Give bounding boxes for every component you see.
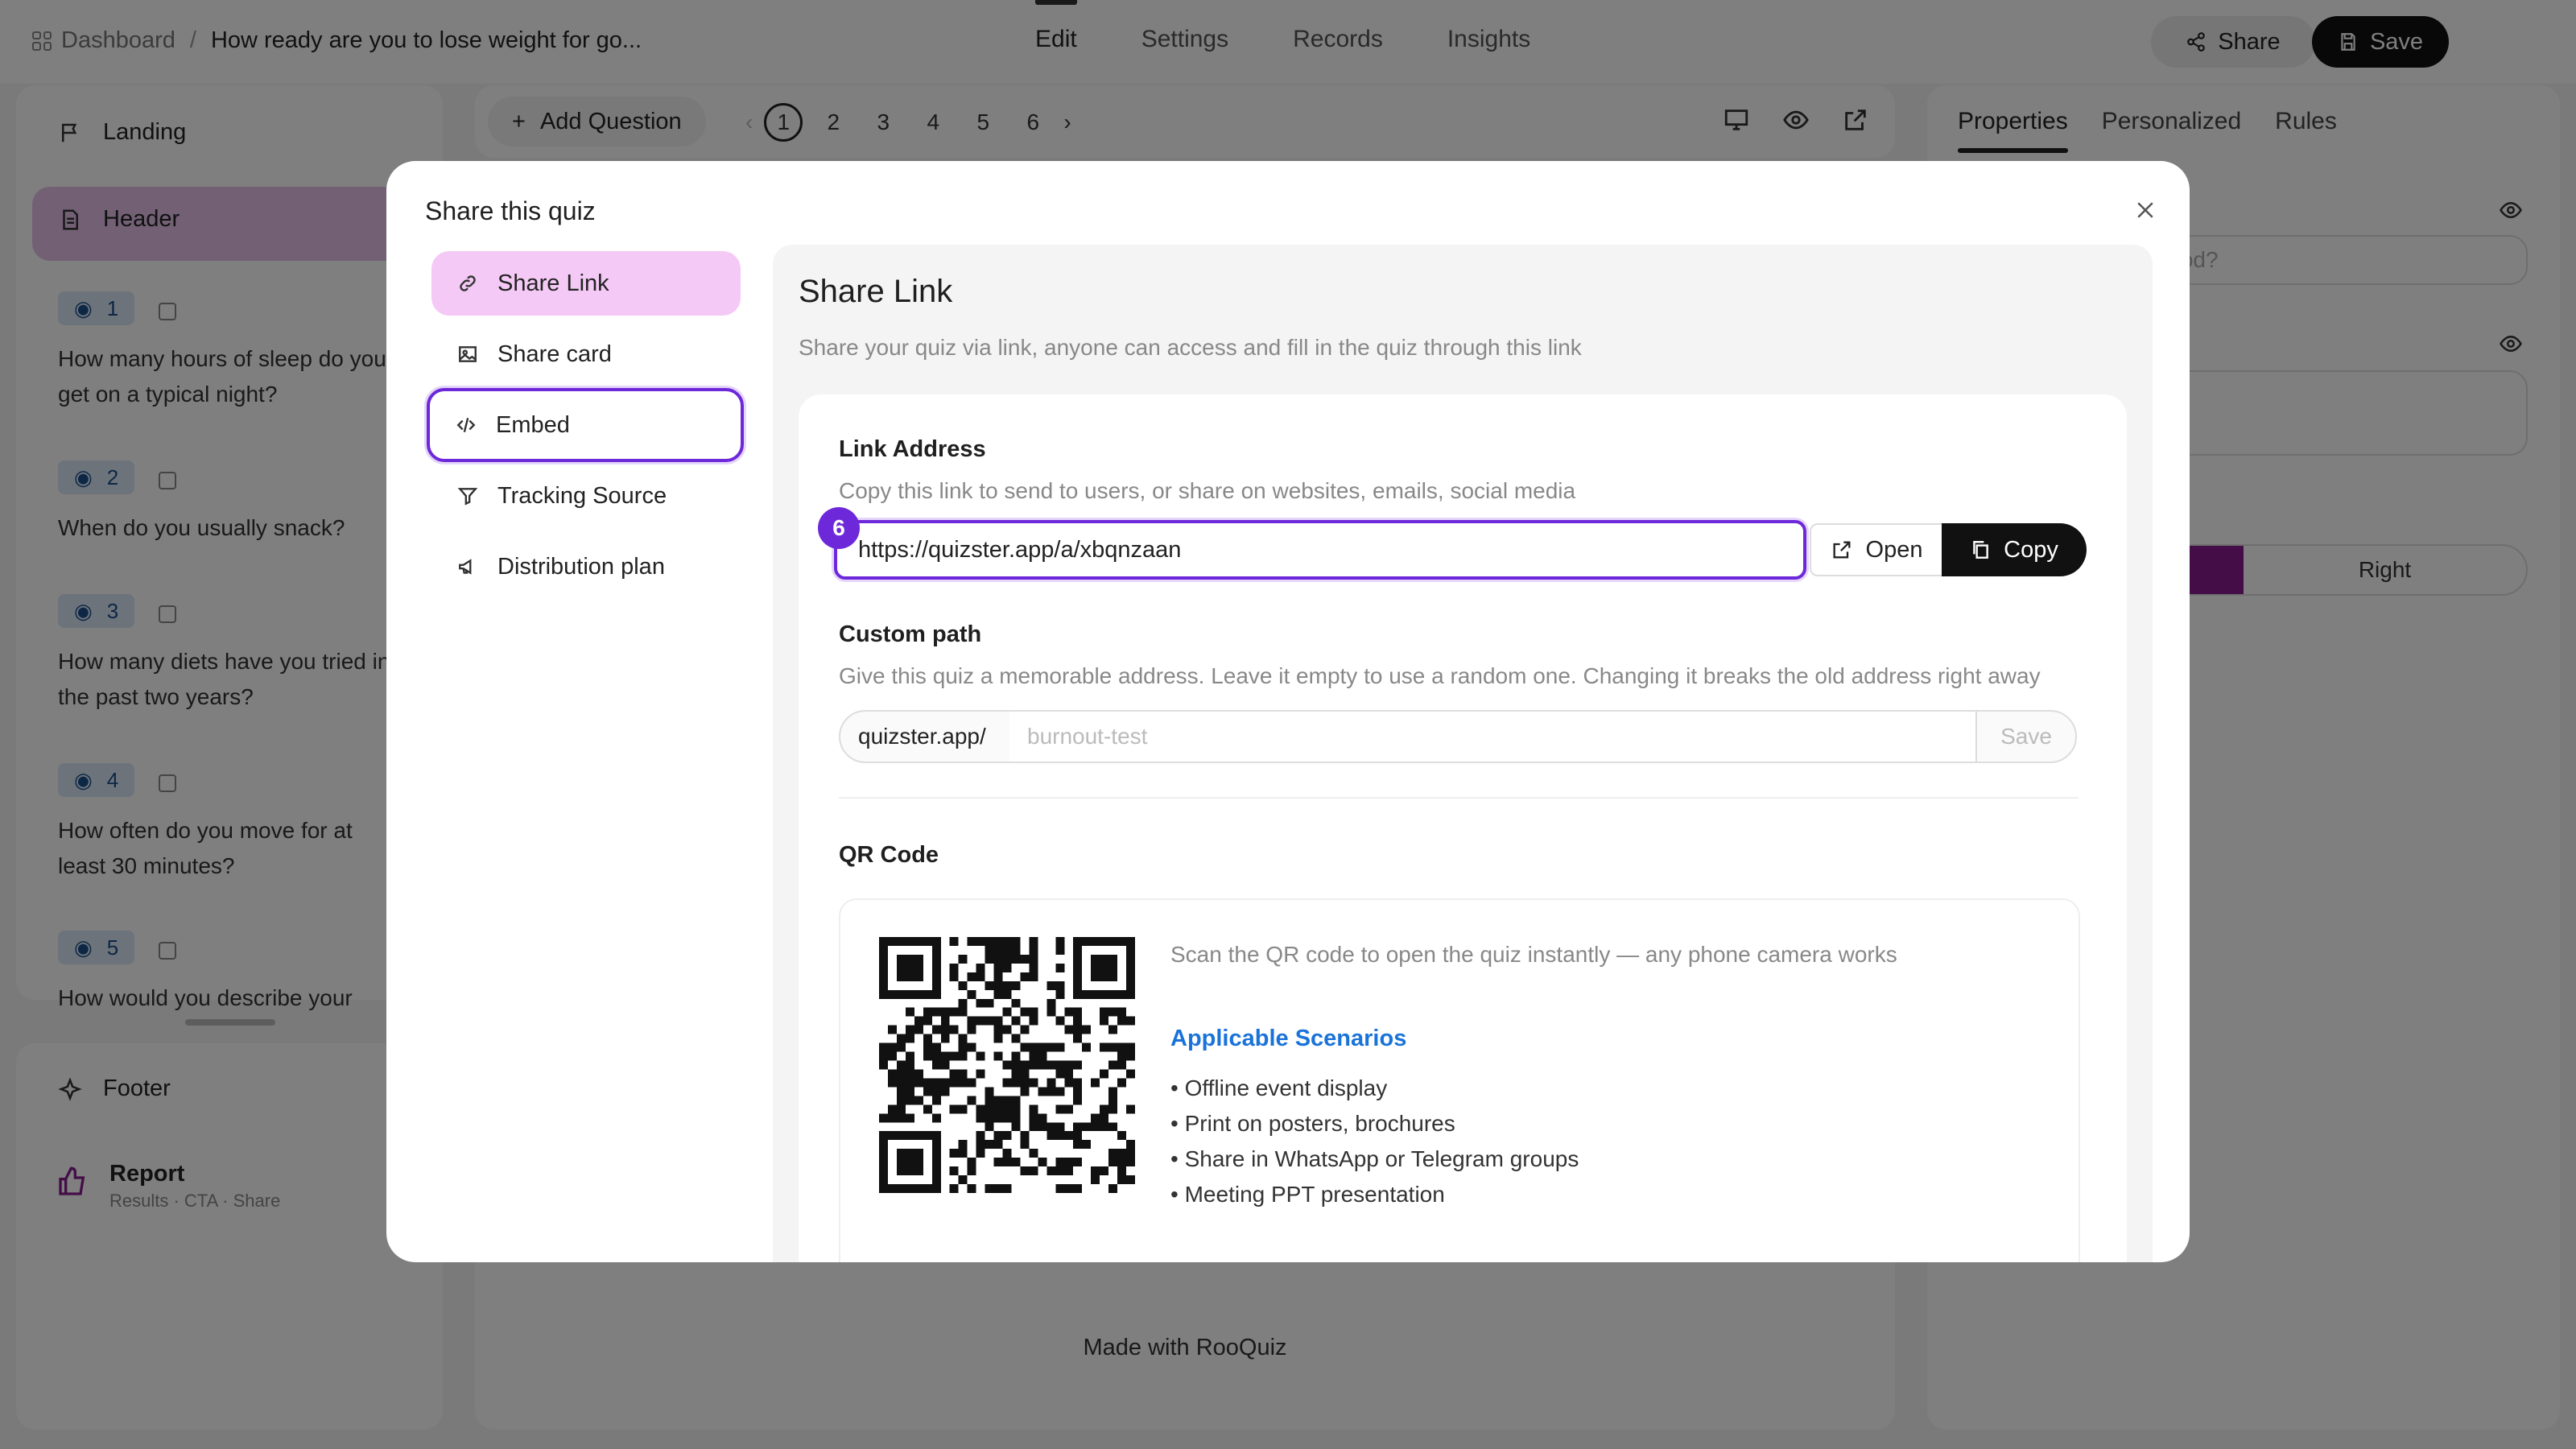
copy-link-button[interactable]: Copy	[1942, 523, 2087, 576]
open-label: Open	[1865, 536, 1923, 563]
link-address-subtitle: Copy this link to send to users, or shar…	[839, 478, 1576, 503]
close-button[interactable]	[2125, 190, 2165, 230]
nav-label: Embed	[496, 411, 570, 438]
scenarios-list: Offline event display Print on posters, …	[1170, 1071, 1579, 1212]
nav-label: Tracking Source	[497, 482, 667, 509]
list-item: Print on posters, brochures	[1170, 1106, 1579, 1141]
nav-share-link[interactable]: Share Link	[431, 251, 741, 316]
nav-distribution-plan[interactable]: Distribution plan	[431, 535, 741, 599]
filter-icon	[457, 488, 478, 506]
custom-path-input[interactable]: burnout-test	[1009, 710, 1977, 763]
custom-path-label: Custom path	[839, 621, 982, 647]
list-item: Meeting PPT presentation	[1170, 1177, 1579, 1212]
custom-path-subtitle: Give this quiz a memorable address. Leav…	[839, 663, 2041, 688]
link-url-input[interactable]: https://quizster.app/a/xbqnzaan	[834, 520, 1806, 580]
qr-code-box: Scan the QR code to open the quiz instan…	[839, 898, 2080, 1262]
qr-modules	[879, 937, 1135, 1193]
scenarios-title: Applicable Scenarios	[1170, 1026, 1407, 1051]
panel-title: Share Link	[799, 274, 953, 309]
nav-label: Distribution plan	[497, 553, 665, 580]
open-link-button[interactable]: Open	[1810, 523, 1943, 576]
path-save-button[interactable]: Save	[1975, 710, 2077, 763]
divider	[839, 797, 2079, 799]
modal-title: Share this quiz	[425, 196, 596, 225]
share-link-card: Link Address Copy this link to send to u…	[799, 394, 2127, 1262]
panel-subtitle: Share your quiz via link, anyone can acc…	[799, 335, 1582, 360]
nav-label: Share Link	[497, 270, 609, 296]
nav-label: Share card	[497, 341, 612, 367]
copy-icon	[1973, 541, 1988, 559]
link-address-label: Link Address	[839, 436, 986, 462]
copy-label: Copy	[2004, 536, 2058, 563]
qr-code-label: QR Code	[839, 842, 939, 868]
megaphone-icon	[459, 559, 472, 575]
link-icon	[460, 275, 476, 291]
nav-embed[interactable]: Embed	[427, 388, 744, 462]
close-icon	[2137, 202, 2153, 218]
path-prefix: quizster.app/	[839, 710, 1011, 763]
nav-share-card[interactable]: Share card	[431, 322, 741, 386]
qr-description: Scan the QR code to open the quiz instan…	[1170, 942, 1897, 967]
share-quiz-modal: Share this quiz Share Link Share card Em…	[386, 161, 2190, 1262]
list-item: Offline event display	[1170, 1071, 1579, 1106]
step-badge: 6	[818, 507, 860, 549]
share-link-panel: Share Link Share your quiz via link, any…	[773, 245, 2153, 1262]
code-icon	[456, 418, 476, 432]
qr-code-image[interactable]	[879, 937, 1135, 1193]
list-item: Share in WhatsApp or Telegram groups	[1170, 1141, 1579, 1177]
image-icon	[459, 346, 477, 362]
external-link-icon	[1833, 541, 1851, 559]
nav-tracking-source[interactable]: Tracking Source	[431, 464, 741, 528]
